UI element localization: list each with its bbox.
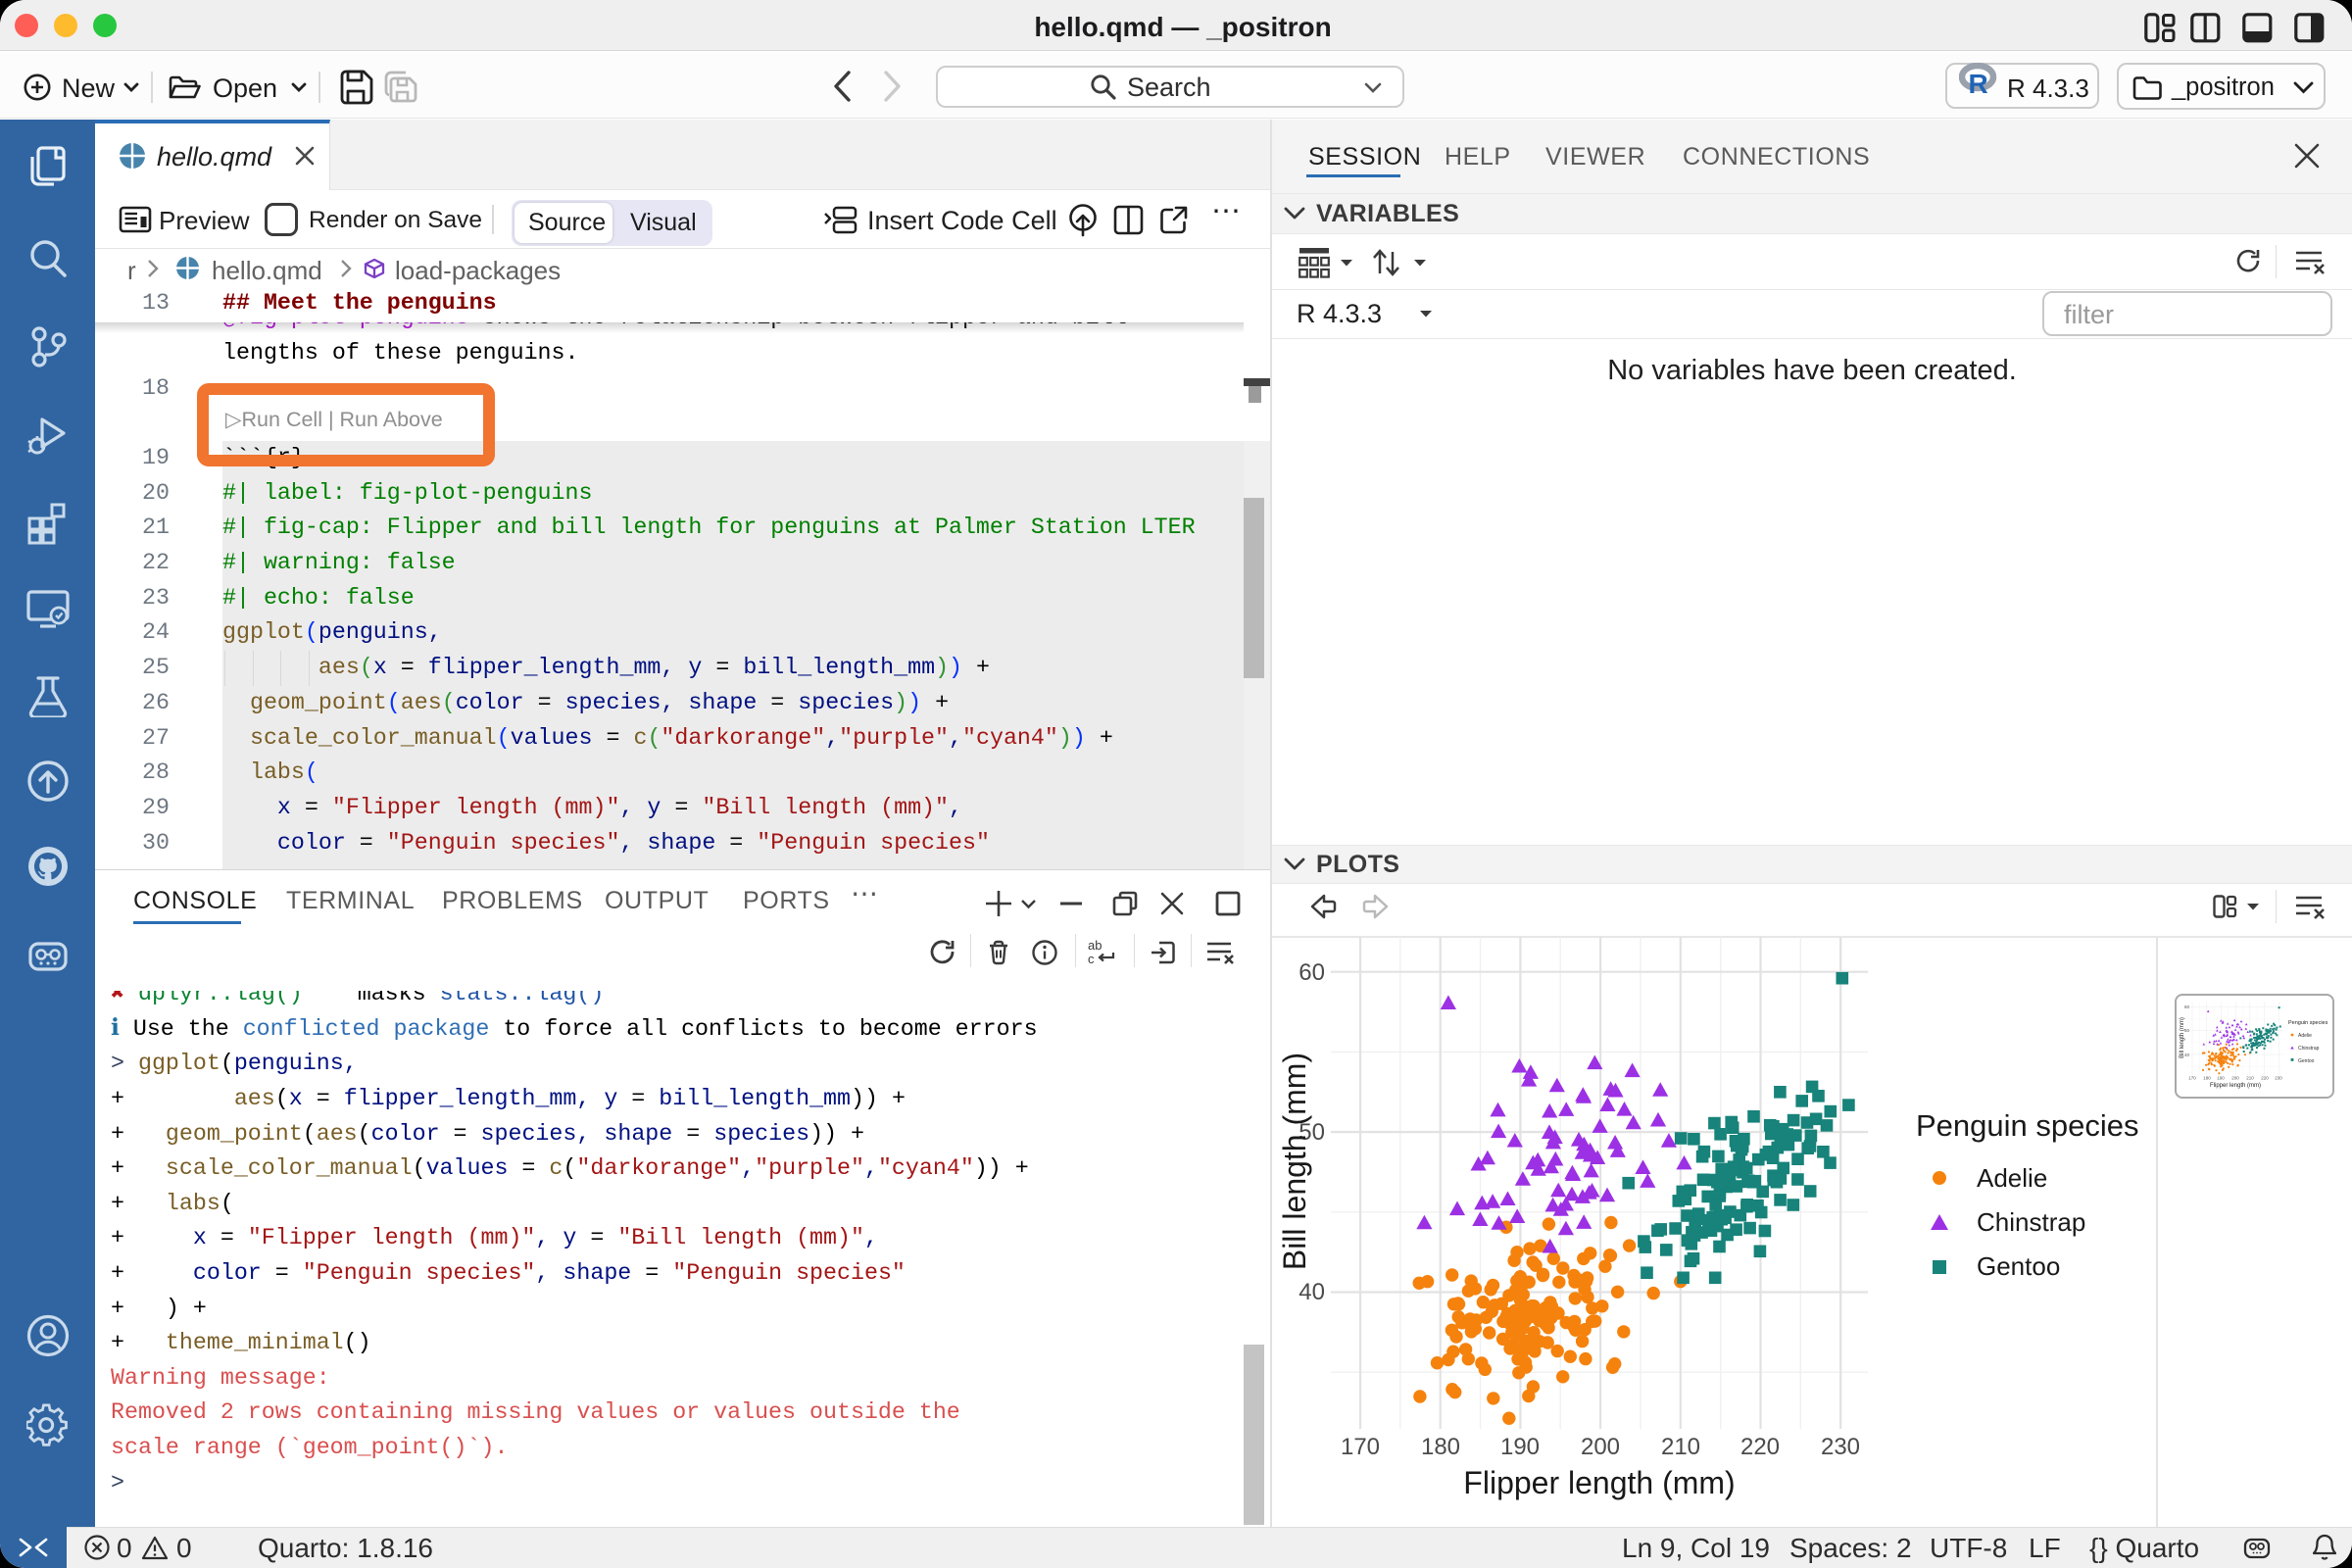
- svg-text:R: R: [1969, 69, 1988, 96]
- svg-text:60: 60: [1298, 959, 1325, 986]
- svg-text:Bill length (mm): Bill length (mm): [1277, 1053, 1312, 1270]
- svg-text:190: 190: [1500, 1434, 1540, 1460]
- svg-text:c: c: [1088, 952, 1095, 966]
- svg-text:180: 180: [2203, 1076, 2211, 1081]
- svg-text:ab: ab: [1088, 939, 1102, 953]
- svg-text:220: 220: [1740, 1434, 1780, 1460]
- svg-text:Adelie: Adelie: [2298, 1033, 2312, 1039]
- svg-text:210: 210: [2246, 1076, 2254, 1081]
- svg-text:Gentoo: Gentoo: [2298, 1058, 2315, 1064]
- svg-text:Bill length (mm): Bill length (mm): [2180, 1017, 2185, 1058]
- svg-text:170: 170: [2188, 1076, 2196, 1081]
- svg-text:40: 40: [1298, 1279, 1325, 1305]
- svg-text:Gentoo: Gentoo: [1977, 1251, 2060, 1281]
- svg-text:210: 210: [1661, 1434, 1700, 1460]
- svg-text:180: 180: [1421, 1434, 1460, 1460]
- svg-text:170: 170: [1341, 1434, 1380, 1460]
- svg-text:230: 230: [2275, 1076, 2282, 1081]
- svg-text:Penguin species: Penguin species: [1916, 1108, 2139, 1143]
- svg-text:Flipper length (mm): Flipper length (mm): [2210, 1083, 2261, 1089]
- svg-text:Chinstrap: Chinstrap: [1977, 1207, 2085, 1237]
- svg-text:Adelie: Adelie: [1977, 1163, 2047, 1193]
- svg-text:Chinstrap: Chinstrap: [2298, 1046, 2320, 1052]
- svg-text:Flipper length (mm): Flipper length (mm): [1463, 1465, 1735, 1500]
- svg-text:190: 190: [2217, 1076, 2225, 1081]
- svg-text:200: 200: [2231, 1076, 2239, 1081]
- svg-text:230: 230: [1821, 1434, 1860, 1460]
- svg-text:220: 220: [2261, 1076, 2269, 1081]
- svg-text:60: 60: [2184, 1004, 2190, 1009]
- svg-text:200: 200: [1581, 1434, 1620, 1460]
- svg-text:Penguin species: Penguin species: [2288, 1020, 2328, 1026]
